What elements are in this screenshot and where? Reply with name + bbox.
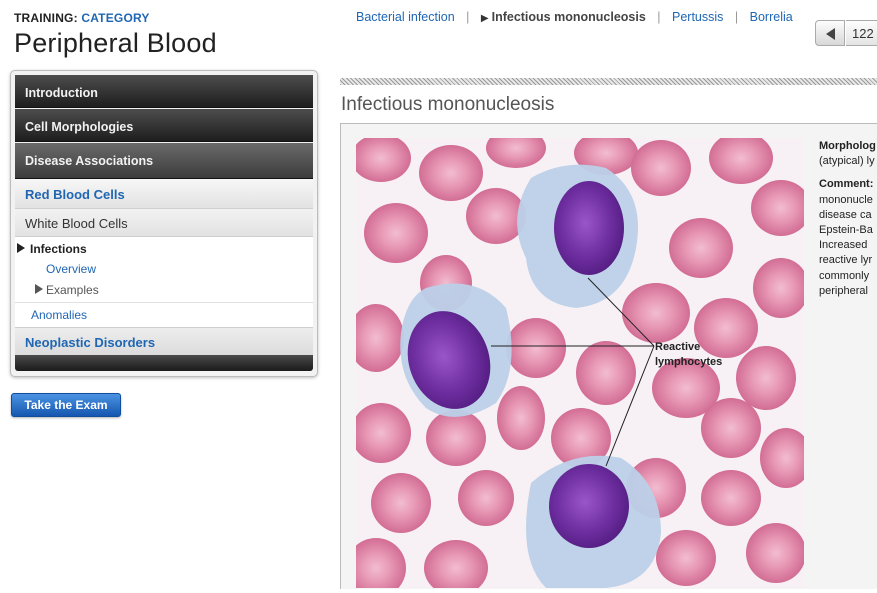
breadcrumb-pertussis[interactable]: Pertussis (672, 10, 723, 24)
morphology-heading: Morpholog (819, 140, 876, 152)
nav-neoplastic-disorders[interactable]: Neoplastic Disorders (15, 327, 313, 355)
current-arrow-icon: ▶ (480, 13, 489, 24)
collapsed-arrow-icon (35, 284, 43, 294)
breadcrumb-separator: | (734, 10, 739, 24)
breadcrumb-separator: | (466, 10, 470, 24)
morphology-text: (atypical) ly (819, 155, 875, 168)
triangle-left-icon (826, 28, 835, 40)
comment-line: Epstein-Ba (819, 224, 873, 237)
nav-introduction[interactable]: Introduction (15, 75, 313, 108)
page-number: 122 (846, 20, 877, 46)
training-label: TRAINING: CATEGORY (14, 11, 150, 25)
breadcrumb-bacterial-infection[interactable]: Bacterial infection (356, 10, 455, 24)
comment-line: reactive lyr (819, 254, 873, 267)
morphology-description: Morpholog (atypical) ly Comment: mononuc… (819, 139, 877, 299)
comment-line: mononucle (819, 193, 873, 206)
nav-disease-associations[interactable]: Disease Associations (15, 143, 313, 179)
expanded-arrow-icon (17, 243, 25, 253)
breadcrumb: Bacterial infection | ▶ Infectious mononu… (356, 10, 793, 24)
section-title: Infectious mononucleosis (341, 94, 555, 115)
nav-red-blood-cells[interactable]: Red Blood Cells (15, 179, 313, 209)
comment-line: peripheral (819, 284, 868, 297)
comment-line: disease ca (819, 208, 872, 221)
take-exam-button[interactable]: Take the Exam (11, 393, 121, 417)
sidebar-footer (15, 355, 313, 371)
nav-examples[interactable]: Examples (46, 283, 99, 297)
nav-infections[interactable]: Infections (30, 242, 87, 256)
image-label-line1: Reactive (655, 341, 700, 353)
hatched-divider (340, 78, 877, 85)
submenu-panel: Infections Overview Examples Anomalies (15, 237, 313, 327)
category-link[interactable]: CATEGORY (81, 11, 149, 25)
comment-line: Increased (819, 239, 868, 252)
nav-white-blood-cells[interactable]: White Blood Cells (15, 209, 313, 237)
sidebar-nav: Introduction Cell Morphologies Disease A… (10, 70, 318, 377)
prev-page-button[interactable] (815, 20, 845, 46)
breadcrumb-current: Infectious mononucleosis (491, 10, 646, 24)
nav-overview[interactable]: Overview (46, 262, 96, 276)
breadcrumb-separator: | (657, 10, 661, 24)
micrograph-image: Reactive lymphocytes (346, 128, 812, 593)
training-prefix: TRAINING: (14, 11, 78, 25)
comment-label: Comment: (819, 178, 874, 191)
blood-smear-illustration: Reactive lymphocytes (346, 128, 812, 593)
nav-cell-morphologies[interactable]: Cell Morphologies (15, 109, 313, 142)
page-title: Peripheral Blood (14, 28, 217, 58)
breadcrumb-borrelia[interactable]: Borrelia (750, 10, 793, 24)
comment-line: commonly (819, 269, 870, 282)
image-label-line2: lymphocytes (655, 356, 722, 368)
divider (15, 302, 313, 303)
nav-anomalies[interactable]: Anomalies (31, 308, 87, 322)
